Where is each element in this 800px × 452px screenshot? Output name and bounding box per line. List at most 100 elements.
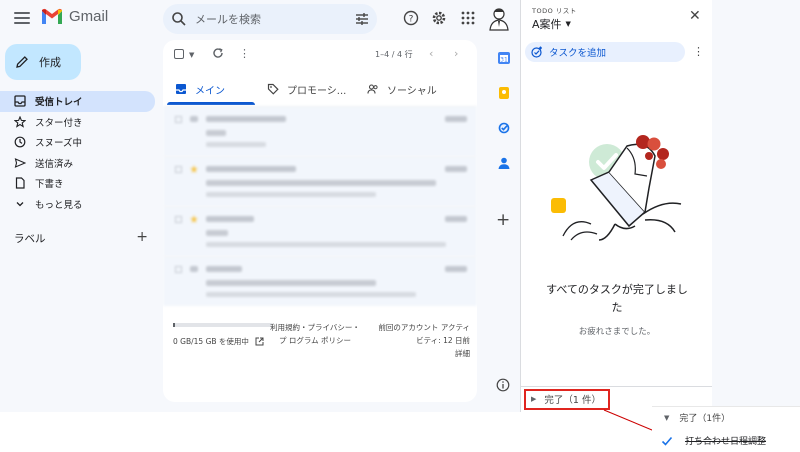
collapse-triangle-icon: ▼ (664, 413, 670, 422)
sidebar-item-label: もっと見る (35, 199, 83, 211)
sidebar-item-label: 送信済み (35, 158, 74, 170)
compose-label: 作成 (39, 56, 61, 69)
draft-icon (15, 177, 25, 189)
checkmark-icon[interactable] (661, 435, 673, 447)
completed-expanded-callout: ▼ 完了（1件） 打ち合わせ日程調整 (652, 406, 800, 452)
all-done-subtitle: お疲れさまでした。 (578, 327, 656, 337)
footer-links: 利用規約・プライバシー・プ ログラム ポリシー 前回のアカウント アクティ ビテ… (270, 321, 470, 360)
select-dropdown-icon[interactable]: ▼ (189, 51, 194, 59)
sidebar-item-snoozed[interactable]: スヌーズ中 (0, 132, 155, 153)
help-icon[interactable]: ? (403, 10, 419, 26)
menu-icon[interactable] (14, 12, 30, 26)
add-addon-button[interactable]: + (496, 212, 510, 229)
next-page-icon[interactable]: › (454, 47, 458, 60)
sidebar-item-more[interactable]: もっと見る (0, 194, 155, 215)
svg-text:?: ? (409, 15, 414, 25)
completed-section-header[interactable]: ▼ 完了（1件） (664, 411, 731, 425)
prev-page-icon[interactable]: ‹ (429, 47, 433, 60)
search-bar[interactable]: メールを検索 (163, 4, 377, 34)
tasks-icon[interactable] (497, 121, 511, 135)
storage-text: 0 GB/15 GB を使用中 (173, 337, 249, 346)
sidebar-item-inbox[interactable]: 受信トレイ (0, 91, 155, 112)
sidebar-nav: 受信トレイ スター付き スヌーズ中 送信済み 下書き もっと見る (0, 91, 155, 214)
activity-text: 前回のアカウント アクティ ビティ: 12 日前 (378, 323, 470, 345)
highlight-box (524, 389, 610, 410)
add-task-button[interactable]: タスクを追加 (525, 42, 685, 62)
labels-heading: ラベル (14, 233, 46, 245)
chevron-down-icon (16, 201, 24, 207)
mail-row[interactable] (163, 156, 477, 206)
contacts-icon[interactable] (497, 156, 511, 170)
close-icon[interactable]: ✕ (689, 9, 701, 23)
send-icon (14, 157, 26, 168)
people-icon (367, 84, 378, 94)
apps-grid-icon[interactable] (460, 10, 476, 26)
page-range: 1–4 / 4 行 (375, 50, 413, 59)
mail-toolbar: ▼ ⋮ 1–4 / 4 行 ‹ › (163, 40, 477, 68)
task-list-selector[interactable]: A案件 ▼ (532, 16, 571, 32)
inbox-icon (14, 95, 26, 107)
svg-text:31: 31 (500, 56, 508, 63)
add-label-button[interactable]: + (136, 230, 148, 246)
dropdown-caret-icon: ▼ (565, 20, 571, 28)
calendar-icon[interactable]: 31 (497, 51, 511, 65)
all-done-title: すべてのタスクが完了しました (546, 283, 688, 314)
mail-row[interactable] (163, 106, 477, 156)
search-icon[interactable] (171, 11, 187, 27)
sidebar-item-label: 受信トレイ (35, 97, 83, 109)
screenshot: Gmail メールを検索 ? 作成 受信トレイ スター付き スヌーズ中 送信済み (0, 0, 800, 452)
sidebar-item-sent[interactable]: 送信済み (0, 153, 155, 174)
mail-row[interactable] (163, 206, 477, 256)
tasks-panel-eyebrow: TODO リスト (532, 7, 577, 15)
select-all-checkbox[interactable] (174, 49, 184, 59)
policy-link[interactable]: 利用規約・プライバシー・プ ログラム ポリシー (270, 321, 360, 347)
external-link-icon[interactable] (255, 337, 264, 346)
all-done-illustration (551, 135, 682, 241)
storage-meter (173, 323, 273, 327)
gmail-logo[interactable]: Gmail (41, 8, 108, 25)
tag-icon (267, 83, 279, 95)
labels-section-header: ラベル + (14, 230, 148, 246)
sidebar-item-label: スター付き (35, 117, 83, 129)
tab-label: メイン (195, 85, 225, 97)
clock-icon (14, 136, 26, 148)
search-input[interactable]: メールを検索 (195, 11, 355, 27)
divider (521, 386, 712, 387)
add-task-icon (531, 46, 542, 58)
completed-task-title: 打ち合わせ日程調整 (685, 437, 767, 447)
pencil-icon (16, 56, 28, 68)
tab-social[interactable]: ソーシャル (355, 73, 465, 105)
sidebar-item-drafts[interactable]: 下書き (0, 173, 155, 194)
completed-task-item[interactable]: 打ち合わせ日程調整 (661, 434, 766, 447)
sidebar-item-starred[interactable]: スター付き (0, 112, 155, 133)
tasks-panel: TODO リスト A案件 ▼ ✕ タスクを追加 ⋮ すべてのタスクが完了しました… (520, 0, 712, 412)
tab-primary[interactable]: メイン (163, 73, 255, 105)
mail-list-panel: ▼ ⋮ 1–4 / 4 行 ‹ › メイン プロモーシ... ソーシャル 0 G… (163, 40, 477, 402)
more-options-icon[interactable]: ⋮ (239, 47, 250, 60)
tab-label: ソーシャル (387, 85, 437, 97)
account-avatar[interactable] (488, 7, 510, 31)
settings-gear-icon[interactable] (431, 10, 447, 26)
add-task-label: タスクを追加 (549, 48, 607, 59)
sidebar-item-label: スヌーズ中 (35, 138, 83, 150)
sidebar-item-label: 下書き (35, 179, 64, 191)
details-link[interactable]: 詳細 (270, 347, 470, 360)
task-list-name: A案件 (532, 18, 562, 31)
mail-list (163, 106, 477, 306)
storage-info: 0 GB/15 GB を使用中 (173, 336, 264, 347)
tab-promotions[interactable]: プロモーシ... (255, 73, 355, 105)
keep-icon[interactable] (497, 86, 511, 100)
compose-button[interactable]: 作成 (5, 44, 81, 80)
storage-meter-fill (173, 323, 175, 327)
mail-row[interactable] (163, 256, 477, 306)
search-options-icon[interactable] (355, 12, 369, 26)
tab-label: プロモーシ... (287, 85, 347, 97)
task-list-more-icon[interactable]: ⋮ (693, 45, 704, 58)
info-icon[interactable] (496, 378, 510, 392)
gmail-logo-text: Gmail (69, 8, 109, 25)
inbox-icon (176, 84, 186, 94)
refresh-icon[interactable] (212, 47, 224, 59)
gmail-m-icon (42, 8, 62, 24)
completed-header-label: 完了（1件） (679, 414, 731, 424)
star-icon (14, 115, 26, 128)
